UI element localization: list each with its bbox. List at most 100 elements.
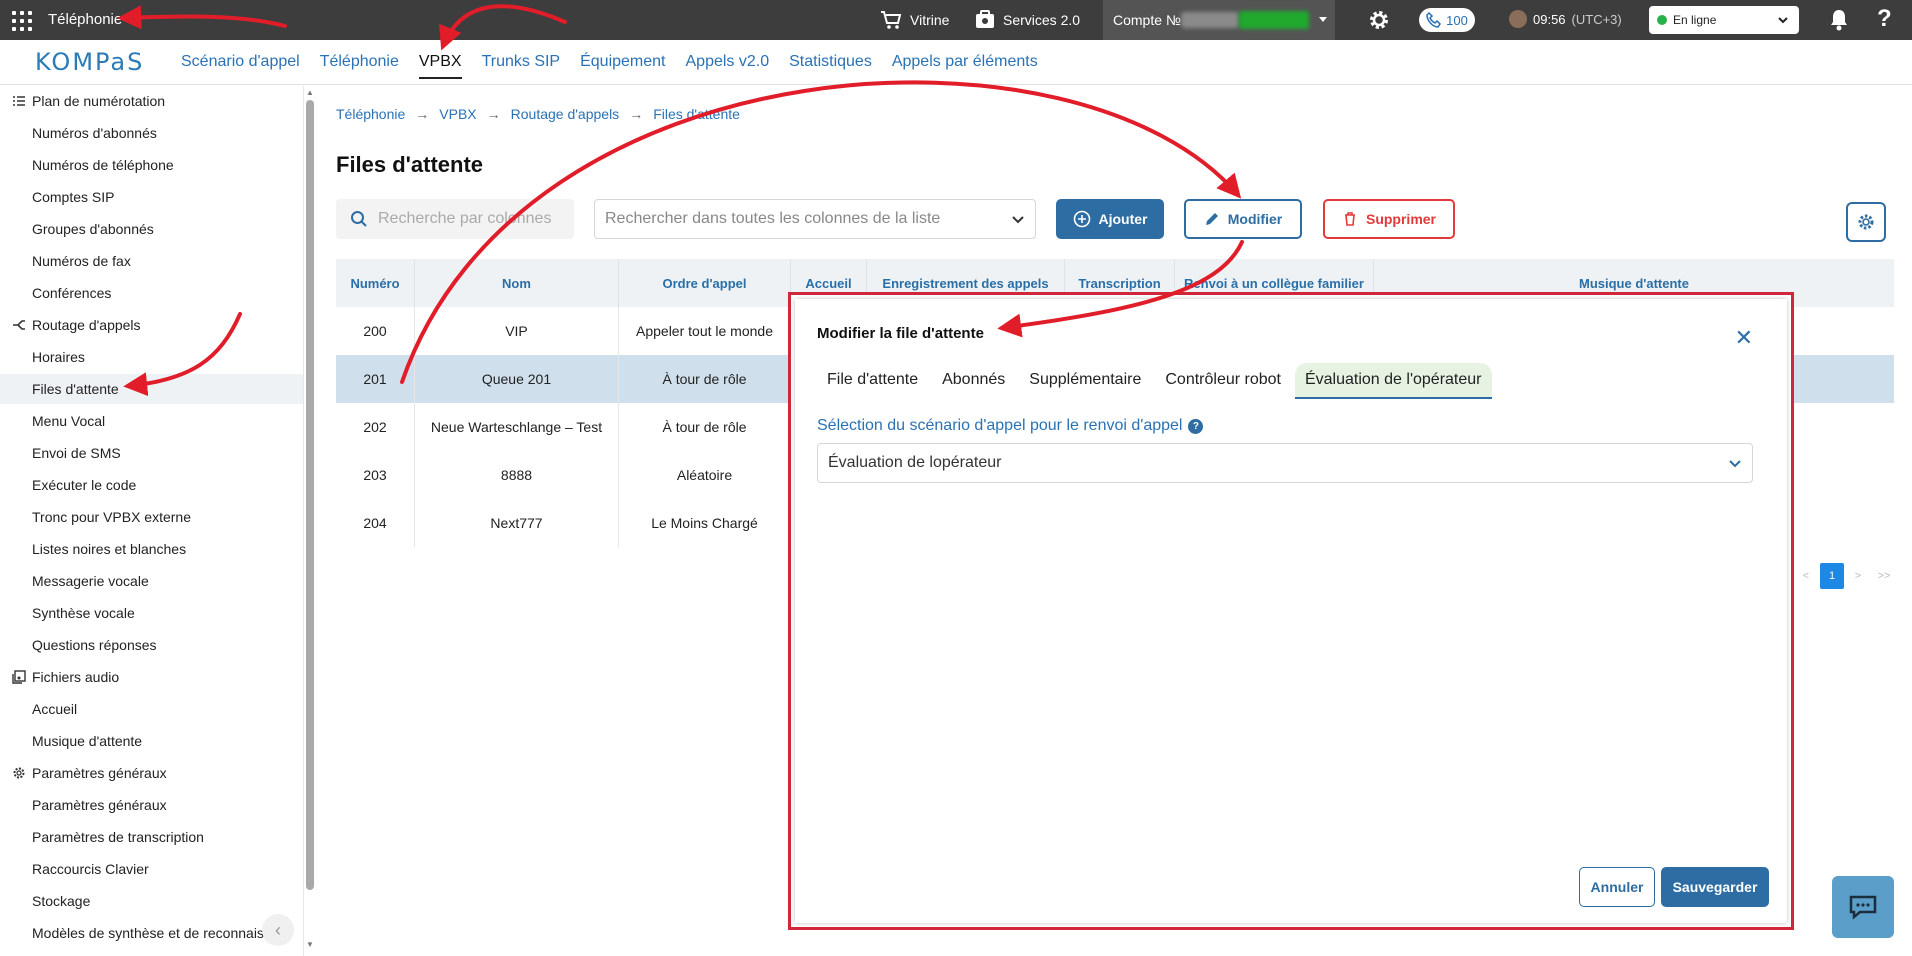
nav-link-appels-v2[interactable]: Appels v2.0 xyxy=(686,53,770,79)
vitrine-link[interactable]: Vitrine xyxy=(880,10,949,30)
sidebar-item[interactable]: Synthèse vocale xyxy=(0,598,303,628)
breadcrumb-item[interactable]: Téléphonie xyxy=(336,106,405,122)
sidebar-item[interactable]: Modèles de synthèse et de reconnais xyxy=(0,918,303,948)
help-icon[interactable]: ? xyxy=(1877,5,1892,33)
table-cell: 201 xyxy=(336,355,415,403)
tab-evaluation-operateur[interactable]: Évaluation de l'opérateur xyxy=(1294,363,1492,399)
sidebar-item[interactable]: Exécuter le code xyxy=(0,470,303,500)
close-icon[interactable]: ✕ xyxy=(1735,325,1753,351)
save-button[interactable]: Sauvegarder xyxy=(1661,867,1769,907)
sidebar-item-label: Menu Vocal xyxy=(32,413,106,429)
sidebar-item[interactable]: Numéros d'abonnés xyxy=(0,118,303,148)
sidebar-item-label: Numéros d'abonnés xyxy=(32,125,157,141)
sidebar-item[interactable]: Horaires xyxy=(0,342,303,372)
nav-link-vpbx[interactable]: VPBX xyxy=(418,53,462,79)
sidebar-item-label: Envoi de SMS xyxy=(32,445,121,461)
services-link[interactable]: Services 2.0 xyxy=(975,10,1080,30)
cancel-button[interactable]: Annuler xyxy=(1579,867,1655,907)
bell-icon[interactable] xyxy=(1828,8,1850,32)
sidebar-item-label: Messagerie vocale xyxy=(32,573,149,589)
calls-counter[interactable]: 100 xyxy=(1419,8,1475,32)
sidebar-item[interactable]: Envoi de SMS xyxy=(0,438,303,468)
sidebar-item[interactable]: Paramètres de transcription xyxy=(0,822,303,852)
column-header[interactable]: Ordre d'appel xyxy=(619,259,791,307)
breadcrumb-item[interactable]: Routage d'appels xyxy=(511,106,620,122)
account-selector[interactable]: Compte № xyxy=(1103,0,1335,40)
search-icon xyxy=(351,211,367,227)
nav-link-equipement[interactable]: Équipement xyxy=(580,53,665,79)
scenario-select[interactable]: Évaluation de lopérateur xyxy=(817,443,1753,483)
account-number-redacted xyxy=(1181,12,1239,28)
column-header[interactable]: Numéro xyxy=(336,259,415,307)
edit-queue-dialog: Modifier la file d'attente ✕ File d'atte… xyxy=(795,299,1787,923)
prev-page[interactable]: < xyxy=(1794,563,1818,589)
nav-link-statistiques[interactable]: Statistiques xyxy=(789,53,872,79)
sidebar-item[interactable]: Menu Vocal xyxy=(0,406,303,436)
sidebar-item[interactable]: Messagerie vocale xyxy=(0,566,303,596)
sidebar-group[interactable]: Paramètres généraux xyxy=(0,758,303,788)
sidebar-group[interactable]: Routage d'appels xyxy=(0,310,303,340)
sidebar-item[interactable]: Numéros de téléphone xyxy=(0,150,303,180)
tab-file-attente[interactable]: File d'attente xyxy=(817,363,928,399)
settings-gear-icon[interactable] xyxy=(1367,8,1391,32)
sidebar-item[interactable]: Stockage xyxy=(0,886,303,916)
help-icon[interactable]: ? xyxy=(1188,418,1204,434)
current-page[interactable]: 1 xyxy=(1820,563,1844,589)
sidebar-item[interactable]: Comptes SIP xyxy=(0,182,303,212)
edit-button[interactable]: Modifier xyxy=(1184,199,1302,239)
chat-button[interactable] xyxy=(1832,876,1894,938)
all-columns-search[interactable]: Rechercher dans toutes les colonnes de l… xyxy=(594,199,1036,239)
tab-controleur-robot[interactable]: Contrôleur robot xyxy=(1155,363,1291,399)
last-page[interactable]: >> xyxy=(1872,563,1896,589)
breadcrumb-item[interactable]: VPBX xyxy=(439,106,476,122)
add-button[interactable]: Ajouter xyxy=(1056,199,1164,239)
dialog-tabs: File d'attente Abonnés Supplémentaire Co… xyxy=(817,363,1492,399)
sidebar-item[interactable]: Tronc pour VPBX externe xyxy=(0,502,303,532)
table-cell: 202 xyxy=(336,403,415,451)
scroll-down-icon[interactable]: ▼ xyxy=(306,940,314,949)
nav-link-appels-elements[interactable]: Appels par éléments xyxy=(892,53,1038,79)
sidebar-item[interactable]: Groupes d'abonnés xyxy=(0,214,303,244)
list-icon xyxy=(12,94,26,108)
delete-button[interactable]: Supprimer xyxy=(1323,199,1455,239)
breadcrumb-item[interactable]: Files d'attente xyxy=(653,106,740,122)
scroll-up-icon[interactable]: ▲ xyxy=(306,88,314,97)
pencil-icon xyxy=(1205,213,1218,225)
apps-grid-icon[interactable] xyxy=(10,9,32,31)
sidebar-item[interactable]: Files d'attente xyxy=(0,374,303,404)
sidebar-item[interactable]: Questions réponses xyxy=(0,630,303,660)
column-search-input[interactable]: Recherche par colonnes xyxy=(336,199,574,239)
scenario-field-label: Sélection du scénario d'appel pour le re… xyxy=(817,417,1204,435)
sidebar-group[interactable]: Fichiers audio xyxy=(0,662,303,692)
sidebar-item-label: Comptes SIP xyxy=(32,189,115,205)
column-header[interactable]: Nom xyxy=(415,259,619,307)
sidebar-item-label: Listes noires et blanches xyxy=(32,541,187,557)
sidebar-item[interactable]: Listes noires et blanches xyxy=(0,534,303,564)
nav-link-telephonie[interactable]: Téléphonie xyxy=(320,53,399,79)
next-page[interactable]: > xyxy=(1846,563,1870,589)
nav-link-scenario[interactable]: Scénario d'appel xyxy=(181,53,300,79)
sidebar-item[interactable]: Raccourcis Clavier xyxy=(0,854,303,884)
collapse-sidebar-icon[interactable]: ‹ xyxy=(262,914,294,946)
sidebar-item[interactable]: Paramètres généraux xyxy=(0,790,303,820)
chevron-down-icon xyxy=(1778,17,1788,24)
sidebar-item-label: Paramètres de transcription xyxy=(32,829,204,845)
sidebar-item[interactable]: Numéros de fax xyxy=(0,246,303,276)
logo: KOMPaS xyxy=(35,48,145,76)
sidebar-item[interactable]: Musique d'attente xyxy=(0,726,303,756)
sidebar-group[interactable]: Plan de numérotation xyxy=(0,86,303,116)
tab-abonnes[interactable]: Abonnés xyxy=(932,363,1015,399)
nav-link-trunks-sip[interactable]: Trunks SIP xyxy=(482,53,561,79)
table-settings-button[interactable] xyxy=(1846,202,1886,242)
sidebar-item[interactable]: Accueil xyxy=(0,694,303,724)
tab-supplementaire[interactable]: Supplémentaire xyxy=(1019,363,1151,399)
sidebar-item[interactable]: Conférences xyxy=(0,278,303,308)
time: 09:56 xyxy=(1533,11,1566,27)
table-cell: À tour de rôle xyxy=(619,355,791,403)
account-label: Compte № xyxy=(1113,12,1181,28)
status-select[interactable]: En ligne xyxy=(1649,6,1799,34)
arrow-right-icon: → xyxy=(415,106,430,122)
sidebar-scrollbar[interactable] xyxy=(306,100,314,890)
phone-icon xyxy=(1426,12,1442,28)
sidebar-item-label: Numéros de fax xyxy=(32,253,131,269)
